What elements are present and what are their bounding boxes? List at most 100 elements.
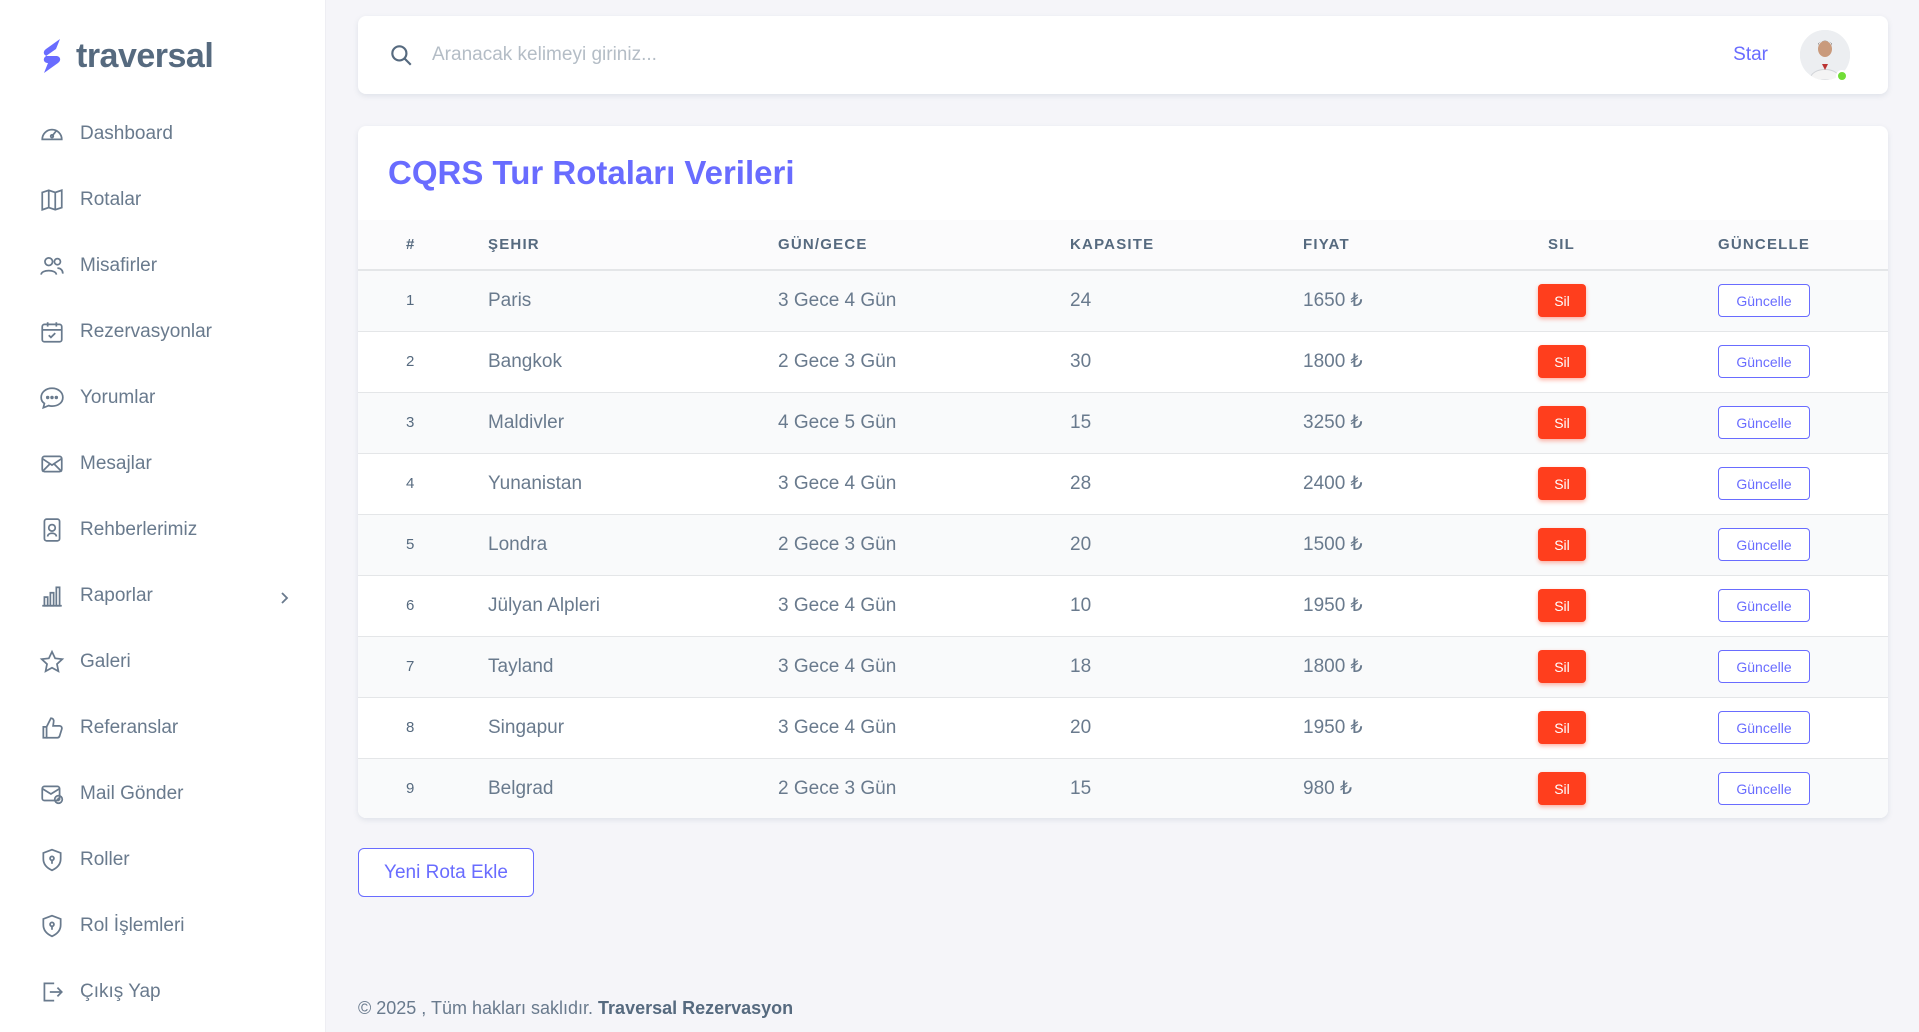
cell-delete: Sil <box>1513 697 1718 758</box>
footer: © 2025 , Tüm hakları saklıdır. Traversal… <box>358 998 793 1019</box>
sidebar-item-mail-gonder[interactable]: Mail Gönder <box>0 761 325 827</box>
delete-button[interactable]: Sil <box>1538 772 1586 806</box>
online-status-dot <box>1836 70 1848 82</box>
sidebar-item-label: Misafirler <box>80 255 158 276</box>
update-button[interactable]: Güncelle <box>1718 406 1810 439</box>
delete-button[interactable]: Sil <box>1538 345 1586 378</box>
dashboard-gauge-icon <box>38 120 66 148</box>
cell-price: 980 ₺ <box>1303 778 1353 800</box>
column-capacity-header: KAPASITE <box>1070 236 1155 253</box>
cell-index: 3 <box>406 414 415 431</box>
sidebar-item-cikis-yap[interactable]: Çıkış Yap <box>0 959 325 1025</box>
update-button[interactable]: Güncelle <box>1718 345 1810 378</box>
sidebar-item-dashboard[interactable]: Dashboard <box>0 101 325 167</box>
cell-capacity: 28 <box>1070 472 1092 494</box>
user-avatar[interactable] <box>1800 30 1850 82</box>
sidebar-item-label: Rehberlerimiz <box>80 519 198 540</box>
cell-index: 8 <box>406 719 415 736</box>
cell-price: 1650 ₺ <box>1303 290 1363 312</box>
table-body: 1 Paris 3 Gece 4 Gün 24 1650 ₺ Sil Güncelle 2 Ba… <box>358 270 1888 818</box>
update-button[interactable]: Güncelle <box>1718 772 1810 806</box>
delete-button[interactable]: Sil <box>1538 711 1586 744</box>
cell-index: 5 <box>406 536 415 553</box>
cell-update: Güncelle <box>1718 514 1888 575</box>
routes-table: # ŞEHIR GÜN/GECE KAPASITE FIYAT SIL GÜNCELLE 1… <box>358 220 1888 818</box>
calendar-check-icon <box>38 318 66 346</box>
thumbs-up-icon <box>38 714 66 742</box>
delete-button[interactable]: Sil <box>1538 650 1586 683</box>
delete-button[interactable]: Sil <box>1538 528 1586 561</box>
cell-city: Belgrad <box>488 777 554 799</box>
update-button[interactable]: Güncelle <box>1718 711 1810 744</box>
footer-copyright: © 2025 , Tüm hakları saklıdır. <box>358 998 599 1018</box>
delete-button[interactable]: Sil <box>1538 406 1586 439</box>
delete-button[interactable]: Sil <box>1538 589 1586 622</box>
sidebar-item-rotalar[interactable]: Rotalar <box>0 167 325 233</box>
cell-index: 7 <box>406 658 415 675</box>
delete-button[interactable]: Sil <box>1538 284 1586 318</box>
update-button[interactable]: Güncelle <box>1718 284 1810 318</box>
shield-icon <box>38 846 66 874</box>
page-title: CQRS Tur Rotaları Verileri <box>388 154 795 191</box>
brand[interactable]: traversal <box>0 27 325 85</box>
star-icon <box>38 648 66 676</box>
table-row: 5 Londra 2 Gece 3 Gün 20 1500 ₺ Sil Güncelle <box>358 514 1888 575</box>
cell-delete: Sil <box>1513 514 1718 575</box>
sidebar-item-raporlar[interactable]: Raporlar <box>0 563 325 629</box>
sidebar-item-label: Rezervasyonlar <box>80 321 212 342</box>
cell-days: 3 Gece 4 Gün <box>778 289 897 311</box>
sidebar-item-referanslar[interactable]: Referanslar <box>0 695 325 761</box>
brand-logo-icon <box>43 39 61 73</box>
cell-city: Yunanistan <box>488 472 583 494</box>
cell-city: Singapur <box>488 716 565 738</box>
table-row: 3 Maldivler 4 Gece 5 Gün 15 3250 ₺ Sil Güncell… <box>358 392 1888 453</box>
cell-city: Tayland <box>488 655 554 677</box>
cell-index: 6 <box>406 597 415 614</box>
cell-days: 3 Gece 4 Gün <box>778 594 897 616</box>
cell-index: 1 <box>406 292 415 310</box>
cell-delete: Sil <box>1513 453 1718 514</box>
update-button[interactable]: Güncelle <box>1718 528 1810 561</box>
sidebar-item-label: Rotalar <box>80 189 142 210</box>
cell-update: Güncelle <box>1718 453 1888 514</box>
sidebar-item-label: Rol İşlemleri <box>80 915 185 936</box>
table-row: 2 Bangkok 2 Gece 3 Gün 30 1800 ₺ Sil Güncelle <box>358 331 1888 392</box>
cell-index: 9 <box>406 780 415 798</box>
cell-city: Bangkok <box>488 350 562 372</box>
cell-delete: Sil <box>1513 270 1718 331</box>
cell-price: 1800 ₺ <box>1303 351 1363 372</box>
sidebar-item-rezervasyonlar[interactable]: Rezervasyonlar <box>0 299 325 365</box>
cell-update: Güncelle <box>1718 575 1888 636</box>
sidebar-item-galeri[interactable]: Galeri <box>0 629 325 695</box>
sidebar-item-roller[interactable]: Roller <box>0 827 325 893</box>
update-button[interactable]: Güncelle <box>1718 650 1810 683</box>
search-icon[interactable] <box>388 42 414 68</box>
mail-send-icon <box>38 780 66 808</box>
add-route-button[interactable]: Yeni Rota Ekle <box>358 848 534 897</box>
id-badge-icon <box>38 516 66 544</box>
update-button[interactable]: Güncelle <box>1718 589 1810 622</box>
chat-bubble-icon <box>38 384 66 412</box>
sidebar-item-label: Dashboard <box>80 123 173 144</box>
cell-days: 3 Gece 4 Gün <box>778 716 897 738</box>
sidebar-item-misafirler[interactable]: Misafirler <box>0 233 325 299</box>
sidebar-item-rehberlerimiz[interactable]: Rehberlerimiz <box>0 497 325 563</box>
star-link[interactable]: Star <box>1733 44 1768 66</box>
cell-price: 3250 ₺ <box>1303 412 1363 433</box>
table-row: 6 Jülyan Alpleri 3 Gece 4 Gün 10 1950 ₺ Sil Gü… <box>358 575 1888 636</box>
delete-button[interactable]: Sil <box>1538 467 1586 500</box>
sidebar-item-mesajlar[interactable]: Mesajlar <box>0 431 325 497</box>
sidebar-item-rol-islemleri[interactable]: Rol İşlemleri <box>0 893 325 959</box>
sidebar-item-yorumlar[interactable]: Yorumlar <box>0 365 325 431</box>
update-button[interactable]: Güncelle <box>1718 467 1810 500</box>
cell-update: Güncelle <box>1718 636 1888 697</box>
footer-company: Traversal Rezervasyon <box>598 998 794 1018</box>
chevron-right-icon <box>277 589 291 604</box>
cell-price: 1950 ₺ <box>1303 595 1363 616</box>
cell-days: 2 Gece 3 Gün <box>778 350 897 372</box>
search-input[interactable] <box>432 44 1734 66</box>
cell-capacity: 10 <box>1070 594 1092 616</box>
cell-update: Güncelle <box>1718 758 1888 818</box>
cell-capacity: 20 <box>1070 533 1092 555</box>
sidebar-menu: Dashboard Rotalar Misafirler Rezervasyonlar… <box>0 101 325 1025</box>
